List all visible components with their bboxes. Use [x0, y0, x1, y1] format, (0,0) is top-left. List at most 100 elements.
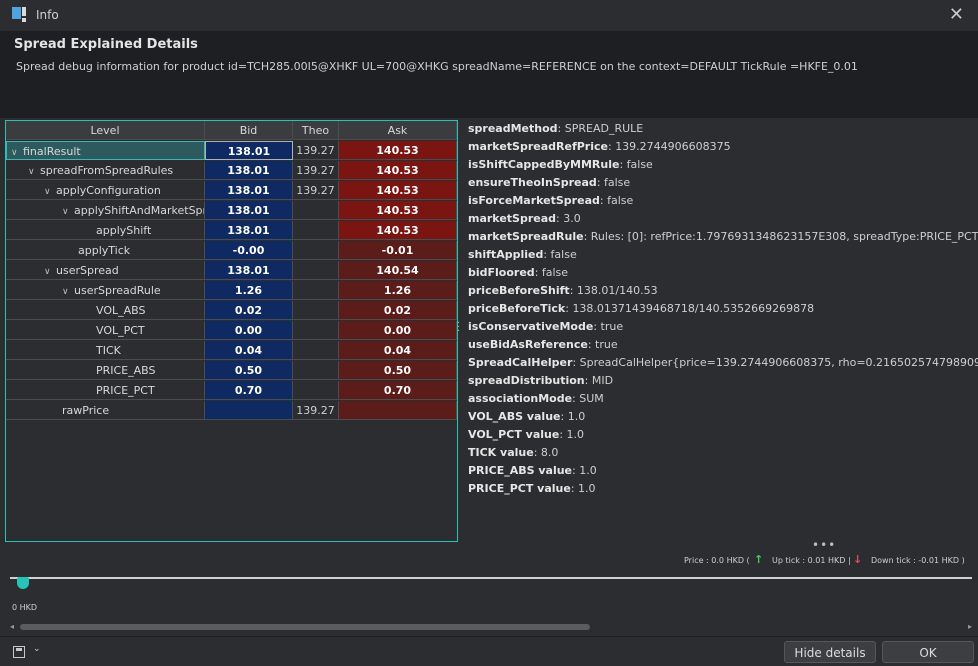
theo-cell[interactable]	[293, 341, 339, 360]
level-label: finalResult	[23, 145, 81, 158]
theo-cell[interactable]	[293, 361, 339, 380]
table-row[interactable]: ∨ finalResult 138.01 139.27 140.53	[6, 141, 457, 161]
detail-key: marketSpread	[468, 212, 557, 225]
bid-cell[interactable]: 1.26	[205, 281, 293, 300]
table-row[interactable]: VOL_ABS 0.02 0.02	[6, 301, 457, 321]
theo-cell[interactable]	[293, 221, 339, 240]
price-slider-track[interactable]	[10, 577, 972, 579]
level-cell[interactable]: applyShift	[6, 221, 205, 240]
bid-cell[interactable]: 0.02	[205, 301, 293, 320]
theo-cell[interactable]	[293, 201, 339, 220]
bid-cell[interactable]: 0.00	[205, 321, 293, 340]
expand-chevron-icon[interactable]: ∨	[44, 183, 56, 199]
ok-button[interactable]: OK	[882, 641, 974, 663]
bid-cell[interactable]: 138.01	[205, 201, 293, 220]
expand-chevron-icon[interactable]: ∨	[62, 283, 74, 299]
level-cell[interactable]: PRICE_ABS	[6, 361, 205, 380]
ask-cell[interactable]: 0.00	[339, 321, 457, 340]
level-cell[interactable]: ∨ applyConfiguration	[6, 181, 205, 200]
ask-cell[interactable]: -0.01	[339, 241, 457, 260]
bid-cell[interactable]: 138.01	[205, 141, 293, 160]
table-row[interactable]: PRICE_PCT 0.70 0.70	[6, 381, 457, 401]
expand-chevron-icon[interactable]: ∨	[28, 163, 40, 179]
chevron-down-icon[interactable]: ⌄	[33, 644, 41, 654]
level-cell[interactable]: ∨ spreadFromSpreadRules	[6, 161, 205, 180]
hide-details-button[interactable]: Hide details	[784, 641, 876, 663]
price-slider-thumb[interactable]	[17, 577, 29, 589]
expand-chevron-icon[interactable]: ∨	[62, 203, 74, 219]
theo-cell[interactable]: 139.27	[293, 141, 339, 160]
level-cell[interactable]: applyTick	[6, 241, 205, 260]
ask-cell[interactable]: 140.54	[339, 261, 457, 280]
save-icon[interactable]	[13, 646, 25, 658]
theo-cell[interactable]: 139.27	[293, 181, 339, 200]
column-header-bid[interactable]: Bid	[205, 121, 293, 140]
theo-cell[interactable]: 139.27	[293, 401, 339, 420]
expand-chevron-icon[interactable]: ∨	[44, 263, 56, 279]
ask-cell[interactable]: 0.50	[339, 361, 457, 380]
ask-cell[interactable]: 140.53	[339, 141, 457, 160]
column-header-theo[interactable]: Theo	[293, 121, 339, 140]
bid-cell[interactable]: 0.04	[205, 341, 293, 360]
ask-cell[interactable]: 0.04	[339, 341, 457, 360]
bid-cell[interactable]: 138.01	[205, 181, 293, 200]
scrollbar-thumb[interactable]	[20, 624, 590, 630]
detail-key: shiftApplied	[468, 248, 544, 261]
table-row[interactable]: ∨ userSpreadRule 1.26 1.26	[6, 281, 457, 301]
bid-cell[interactable]: 0.50	[205, 361, 293, 380]
table-row[interactable]: applyShift 138.01 140.53	[6, 221, 457, 241]
level-cell[interactable]: VOL_ABS	[6, 301, 205, 320]
theo-cell[interactable]	[293, 301, 339, 320]
spread-grid[interactable]: Level Bid Theo Ask ∨ finalResult 138.01 139…	[5, 120, 458, 542]
table-row[interactable]: ∨ applyConfiguration 138.01 139.27 140.53	[6, 181, 457, 201]
horizontal-scrollbar[interactable]: ◂ ▸	[10, 622, 972, 632]
bid-cell[interactable]: 138.01	[205, 221, 293, 240]
scroll-left-icon[interactable]: ◂	[10, 622, 14, 631]
scroll-right-icon[interactable]: ▸	[968, 622, 972, 631]
ask-cell[interactable]: 1.26	[339, 281, 457, 300]
bid-cell[interactable]: 138.01	[205, 261, 293, 280]
column-header-ask[interactable]: Ask	[339, 121, 457, 140]
table-row[interactable]: ∨applyShiftAndMarketSpread138.01 140.53	[6, 201, 457, 221]
detail-separator: :	[560, 410, 568, 423]
level-cell[interactable]: rawPrice	[6, 401, 205, 420]
theo-cell[interactable]	[293, 261, 339, 280]
ask-cell[interactable]: 140.53	[339, 221, 457, 240]
ask-cell[interactable]: 0.70	[339, 381, 457, 400]
level-cell[interactable]: ∨applyShiftAndMarketSpread	[6, 201, 205, 220]
ask-cell[interactable]: 0.02	[339, 301, 457, 320]
level-label: spreadFromSpreadRules	[40, 164, 174, 177]
table-row[interactable]: VOL_PCT 0.00 0.00	[6, 321, 457, 341]
bid-cell[interactable]: 0.70	[205, 381, 293, 400]
ask-cell[interactable]: 140.53	[339, 161, 457, 180]
bid-cell[interactable]: -0.00	[205, 241, 293, 260]
table-row[interactable]: ∨ spreadFromSpreadRules 138.01 139.27 140.53	[6, 161, 457, 181]
level-cell[interactable]: ∨ userSpreadRule	[6, 281, 205, 300]
level-cell[interactable]: ∨ finalResult	[6, 141, 205, 160]
ask-cell[interactable]: 140.53	[339, 181, 457, 200]
theo-cell[interactable]: 139.27	[293, 161, 339, 180]
table-row[interactable]: applyTick -0.00 -0.01	[6, 241, 457, 261]
table-row[interactable]: TICK 0.04 0.04	[6, 341, 457, 361]
theo-cell[interactable]	[293, 281, 339, 300]
column-header-level[interactable]: Level	[6, 121, 205, 140]
table-row[interactable]: PRICE_ABS 0.50 0.50	[6, 361, 457, 381]
level-cell[interactable]: PRICE_PCT	[6, 381, 205, 400]
detail-line: marketSpreadRefPrice: 139.2744906608375	[461, 138, 978, 156]
bid-cell[interactable]: 138.01	[205, 161, 293, 180]
theo-cell[interactable]	[293, 381, 339, 400]
ask-cell[interactable]	[339, 401, 457, 420]
level-cell[interactable]: ∨ userSpread	[6, 261, 205, 280]
theo-cell[interactable]	[293, 321, 339, 340]
ask-cell[interactable]: 140.53	[339, 201, 457, 220]
table-row[interactable]: ∨ userSpread 138.01 140.54	[6, 261, 457, 281]
bid-cell[interactable]	[205, 401, 293, 420]
level-cell[interactable]: TICK	[6, 341, 205, 360]
close-icon[interactable]: ✕	[949, 4, 964, 25]
table-row[interactable]: rawPrice 139.27	[6, 401, 457, 421]
detail-value: true	[595, 338, 618, 351]
theo-cell[interactable]	[293, 241, 339, 260]
expand-chevron-icon[interactable]: ∨	[11, 144, 23, 159]
detail-line: isShiftCappedByMMRule: false	[461, 156, 978, 174]
level-cell[interactable]: VOL_PCT	[6, 321, 205, 340]
